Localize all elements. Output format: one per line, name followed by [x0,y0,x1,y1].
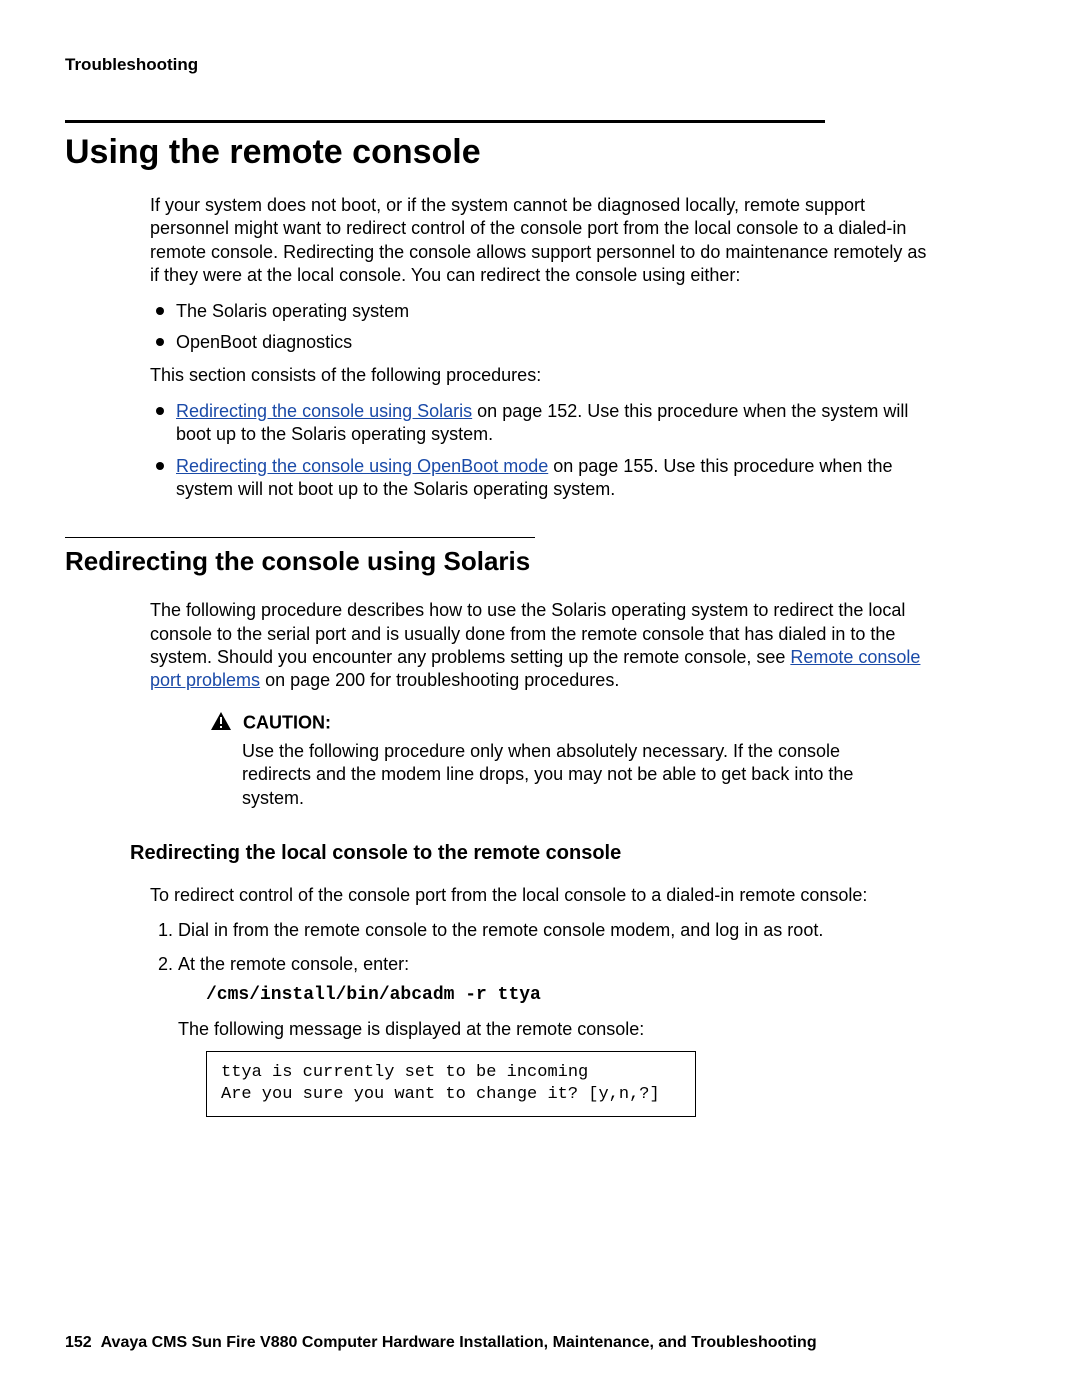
section-rule [65,120,825,123]
link-redirect-openboot[interactable]: Redirecting the console using OpenBoot m… [176,456,548,476]
procedure-list: Redirecting the console using Solaris on… [150,400,940,502]
step-2-after: The following message is displayed at th… [178,1018,940,1041]
list-item: OpenBoot diagnostics [150,331,940,354]
footer-title: Avaya CMS Sun Fire V880 Computer Hardwar… [101,1334,817,1351]
subsection-paragraph: The following procedure describes how to… [150,599,940,693]
caution-text: Use the following procedure only when ab… [242,740,880,810]
section-body: If your system does not boot, or if the … [150,194,940,501]
terminal-output: ttya is currently set to be incoming Are… [206,1051,696,1117]
link-redirect-solaris[interactable]: Redirecting the console using Solaris [176,401,472,421]
warning-icon [210,711,232,736]
caution-block: CAUTION: Use the following procedure onl… [150,711,940,810]
step-list: Dial in from the remote console to the r… [178,919,940,1117]
step-2-lead: At the remote console, enter: [178,954,409,974]
step-1: Dial in from the remote console to the r… [178,919,940,942]
subsub-intro: To redirect control of the console port … [150,884,940,907]
subsub-title: Redirecting the local console to the rem… [130,840,940,866]
page-number: 152 [65,1334,92,1351]
list-item: Redirecting the console using Solaris on… [150,400,940,447]
list-item: The Solaris operating system [150,300,940,323]
option-list: The Solaris operating system OpenBoot di… [150,300,940,355]
section-title: Using the remote console [65,133,1015,172]
subsub-body: To redirect control of the console port … [150,884,940,1117]
page: Troubleshooting Using the remote console… [0,0,1080,1397]
page-footer: 152 Avaya CMS Sun Fire V880 Computer Har… [65,1334,817,1352]
procedures-intro: This section consists of the following p… [150,364,940,387]
subsection-title: Redirecting the console using Solaris [65,546,1015,577]
subsection-body: The following procedure describes how to… [150,599,940,693]
subsubsection: Redirecting the local console to the rem… [130,840,940,866]
running-header: Troubleshooting [65,55,1015,75]
list-item: Redirecting the console using OpenBoot m… [150,455,940,502]
caution-label: CAUTION: [243,712,331,732]
step-2: At the remote console, enter: /cms/insta… [178,953,940,1117]
intro-paragraph: If your system does not boot, or if the … [150,194,940,288]
subsection-rule [65,537,535,538]
command-text: /cms/install/bin/abcadm -r ttya [206,984,940,1007]
paragraph-post: on page 200 for troubleshooting procedur… [260,670,619,690]
